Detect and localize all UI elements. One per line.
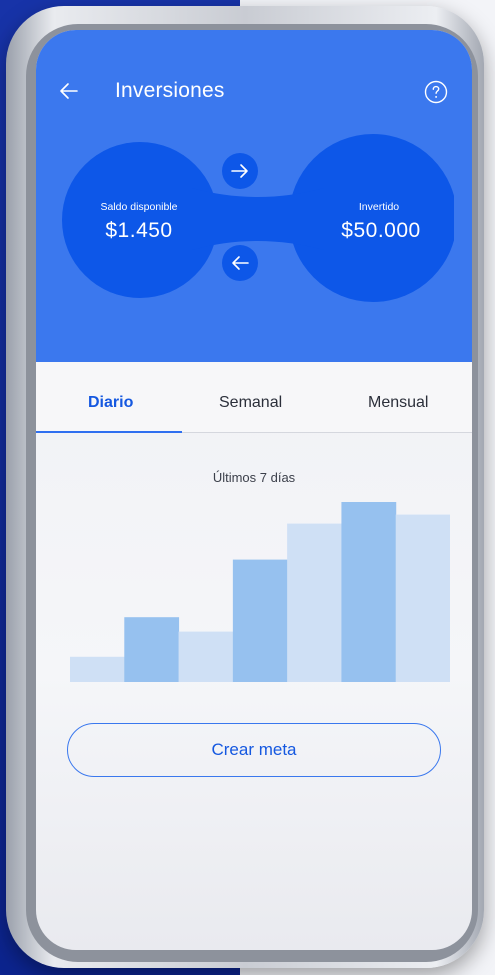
app-screen: Inversiones Saldo disponible $1.450 Inve…	[36, 30, 472, 950]
active-tab-indicator	[36, 431, 182, 433]
chart-bar-1	[70, 656, 125, 682]
create-goal-button[interactable]: Crear meta	[67, 723, 441, 777]
bar-chart	[70, 502, 450, 682]
chart-bar-3	[178, 631, 234, 682]
app-header: Inversiones Saldo disponible $1.450 Inve…	[36, 30, 472, 362]
chart-bar-7	[395, 514, 450, 682]
arrow-left-icon[interactable]	[58, 80, 80, 102]
chart-bar-2	[124, 617, 180, 682]
balance-bubbles	[62, 134, 454, 302]
arrow-right-icon	[231, 164, 248, 178]
page-title: Inversiones	[115, 79, 225, 102]
transfer-to-available-button[interactable]	[222, 245, 258, 281]
period-tabs: Diario Semanal Mensual	[36, 362, 472, 433]
chart-bar-5	[287, 523, 342, 682]
available-balance-value: $1.450	[105, 219, 173, 242]
arrow-left-icon	[232, 256, 249, 270]
tab-diario[interactable]: Diario	[88, 394, 133, 412]
chart-bar-4	[232, 559, 288, 682]
tab-mensual[interactable]: Mensual	[368, 394, 428, 412]
invested-label: Invertido	[358, 201, 400, 213]
chart-title: Últimos 7 días	[212, 470, 296, 485]
transfer-to-invested-button[interactable]	[222, 153, 258, 189]
chart-bar-6	[341, 502, 397, 682]
question-circle-icon[interactable]	[424, 80, 448, 104]
tab-semanal[interactable]: Semanal	[219, 394, 282, 412]
invested-value: $50.000	[341, 219, 421, 242]
available-balance-label: Saldo disponible	[100, 201, 178, 213]
